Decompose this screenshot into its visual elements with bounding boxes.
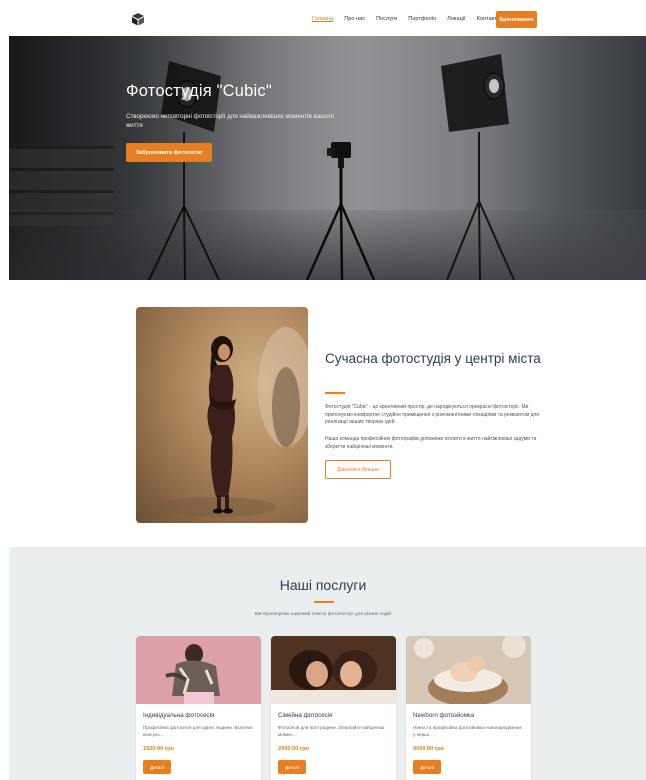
about-title: Сучасна фотостудія у центрі міста: [325, 351, 541, 366]
learn-more-button[interactable]: Дізнатися більше: [325, 460, 391, 479]
card-title: Індивідуальна фотосесія: [143, 712, 215, 719]
details-button[interactable]: Деталі: [143, 760, 171, 774]
individual-photoshoot-image: [136, 636, 261, 704]
family-photoshoot-image: [271, 636, 396, 704]
model-silhouette: [156, 327, 308, 517]
hero-title: Фотостудія "Cubic": [126, 82, 272, 100]
about-paragraph-2: Наша команда професійних фотографів допо…: [325, 436, 537, 450]
main-nav: Головна Про нас Послуги Портфоліо Локаці…: [312, 15, 500, 23]
about-title-underline: [325, 392, 345, 394]
card-description: Фотосесія для всієї родини. Зберігайте н…: [278, 725, 385, 737]
book-photoshoot-button[interactable]: Забронювати фотосесію: [126, 143, 212, 162]
newborn-photoshoot-image: [406, 636, 531, 704]
hero-subtitle: Створюємо неповторні фотоісторії для най…: [126, 113, 335, 129]
site-header: Головна Про нас Послуги Портфоліо Локаці…: [0, 0, 646, 36]
card-price: 2000.00 грн: [278, 746, 309, 752]
cube-logo-icon[interactable]: [131, 12, 145, 26]
nav-services[interactable]: Послуги: [376, 15, 397, 23]
nav-portfolio[interactable]: Портфоліо: [408, 15, 436, 23]
details-button[interactable]: Деталі: [278, 760, 306, 774]
services-subtitle: Ми пропонуємо широкий спектр фотопослуг …: [254, 612, 392, 617]
service-card-newborn[interactable]: Newborn фотозйомка Ніжна та професійна ф…: [406, 636, 531, 780]
card-price: 4000.00 грн: [413, 746, 444, 752]
about-paragraph-1: Фотостудія "Cubic" - це креативний прост…: [325, 404, 540, 425]
booking-button[interactable]: Бронювання: [496, 11, 537, 28]
card-description: Ніжна та професійна фотозйомка новонарод…: [413, 725, 522, 737]
card-description: Професійна фотосесія для однієї людини. …: [143, 725, 253, 737]
service-card-family[interactable]: Сімейна фотосесія Фотосесія для всієї ро…: [271, 636, 396, 780]
hero-banner: [9, 36, 646, 280]
details-button[interactable]: Деталі: [413, 760, 441, 774]
card-title: Newborn фотозйомка: [413, 712, 475, 719]
card-title: Сімейна фотосесія: [278, 712, 333, 719]
services-title: Наші послуги: [279, 577, 367, 593]
services-title-underline: [314, 601, 334, 603]
hero-overlay: [9, 36, 646, 280]
nav-home[interactable]: Головна: [312, 15, 333, 23]
nav-about[interactable]: Про нас: [344, 15, 365, 23]
card-price: 1500.00 грн: [143, 746, 174, 752]
nav-locations[interactable]: Локації: [447, 15, 465, 23]
service-card-individual[interactable]: Індивідуальна фотосесія Професійна фотос…: [136, 636, 261, 780]
studio-model-photo: [136, 307, 308, 523]
